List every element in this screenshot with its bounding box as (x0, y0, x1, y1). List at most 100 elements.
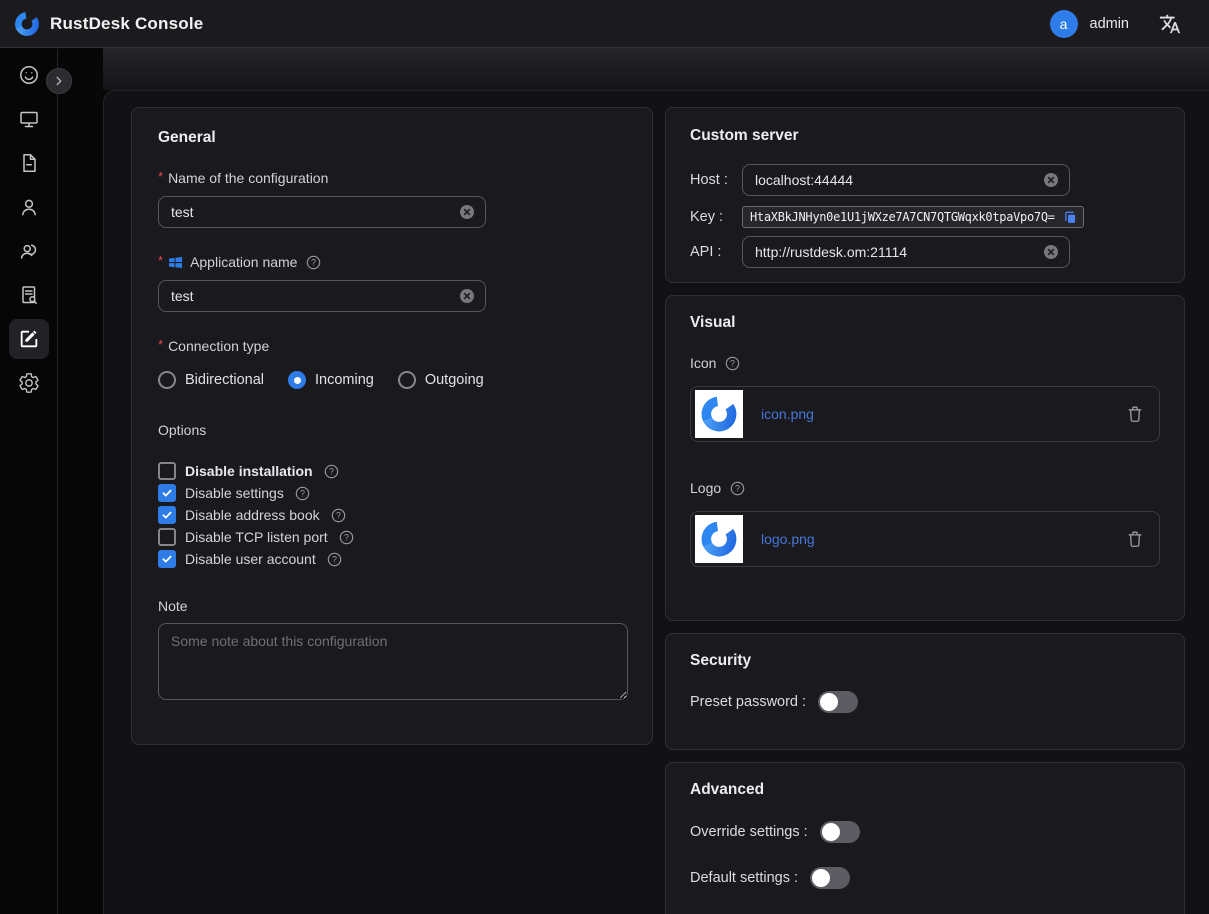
clear-icon[interactable] (1043, 172, 1059, 188)
sidebar-item-users[interactable] (9, 187, 49, 227)
preset-password-toggle[interactable] (818, 691, 858, 713)
help-icon[interactable]: ? (324, 464, 339, 479)
config-name-input[interactable] (171, 204, 451, 220)
sidebar-item-groups[interactable] (9, 231, 49, 271)
edit-square-icon (18, 328, 40, 350)
required-marker: * (158, 337, 163, 352)
option-disable-installation[interactable]: Disable installation ? (158, 460, 626, 482)
header-right: a admin (1050, 10, 1182, 38)
sidebar-item-documents[interactable] (9, 143, 49, 183)
copy-icon[interactable] (1063, 210, 1078, 225)
sidebar-item-settings[interactable] (9, 363, 49, 403)
app-name-input[interactable] (171, 288, 451, 304)
security-title: Security (690, 652, 1160, 670)
checkbox-checked-icon[interactable] (158, 484, 176, 502)
svg-text:?: ? (300, 488, 305, 498)
override-settings-label: Override settings : (690, 824, 808, 840)
radio-outgoing[interactable]: Outgoing (398, 371, 484, 389)
app-name-field (158, 280, 486, 312)
help-icon[interactable]: ? (327, 552, 342, 567)
key-label: Key : (690, 209, 742, 225)
checkbox-unchecked-icon[interactable] (158, 528, 176, 546)
help-icon[interactable]: ? (730, 481, 745, 496)
advanced-card: Advanced Override settings : Default set… (665, 762, 1185, 914)
help-icon[interactable]: ? (725, 356, 740, 371)
config-name-field (158, 196, 486, 228)
override-settings-toggle[interactable] (820, 821, 860, 843)
host-field (742, 164, 1070, 196)
user-avatar[interactable]: a (1050, 10, 1078, 38)
general-title: General (158, 129, 626, 147)
api-row: API : (690, 236, 1160, 268)
help-icon[interactable]: ? (339, 530, 354, 545)
sidebar-item-audit[interactable] (9, 275, 49, 315)
checkbox-checked-icon[interactable] (158, 550, 176, 568)
sidebar-expand-button[interactable] (46, 68, 72, 94)
icon-label: Icon ? (690, 355, 1160, 371)
monitor-icon (18, 108, 40, 130)
options-label: Options (158, 422, 626, 438)
radio-bidirectional[interactable]: Bidirectional (158, 371, 264, 389)
custom-server-card: Custom server Host : Key : HtaXBkJNHyn0e… (665, 107, 1185, 283)
audit-log-icon (18, 284, 40, 306)
host-row: Host : (690, 164, 1160, 196)
svg-text:?: ? (735, 483, 740, 493)
clear-icon[interactable] (1043, 244, 1059, 260)
gear-icon (18, 372, 40, 394)
option-disable-user-account[interactable]: Disable user account ? (158, 548, 626, 570)
key-row: Key : HtaXBkJNHyn0e1U1jWXze7A7CN7QTGWqxk… (690, 206, 1160, 228)
translate-icon[interactable] (1159, 13, 1181, 35)
option-disable-settings[interactable]: Disable settings ? (158, 482, 626, 504)
radio-incoming[interactable]: Incoming (288, 371, 374, 389)
options-list: Disable installation ? Disable settings … (158, 460, 626, 570)
api-label: API : (690, 244, 742, 260)
help-icon[interactable]: ? (295, 486, 310, 501)
top-gradient-band (103, 48, 1209, 90)
logo-thumbnail (695, 515, 743, 563)
key-field[interactable]: HtaXBkJNHyn0e1U1jWXze7A7CN7QTGWqxk0tpaVp… (742, 206, 1084, 228)
checkbox-checked-icon[interactable] (158, 506, 176, 524)
trash-icon[interactable] (1125, 529, 1145, 549)
sidebar-item-custom-client[interactable] (9, 319, 49, 359)
svg-text:?: ? (344, 532, 349, 542)
override-settings-row: Override settings : (690, 821, 1160, 843)
chevron-right-icon (52, 74, 66, 88)
sidebar-item-dashboard[interactable] (9, 55, 49, 95)
svg-text:?: ? (730, 358, 735, 368)
radio-icon[interactable] (398, 371, 416, 389)
radio-icon[interactable] (158, 371, 176, 389)
config-name-label: * Name of the configuration (158, 170, 626, 186)
api-input[interactable] (755, 244, 1035, 260)
avatar-letter: a (1060, 16, 1068, 32)
user-icon (18, 196, 40, 218)
logo-label: Logo ? (690, 480, 1160, 496)
user-group-icon (18, 240, 40, 262)
help-icon[interactable]: ? (331, 508, 346, 523)
radio-selected-icon[interactable] (288, 371, 306, 389)
option-disable-tcp-listen-port[interactable]: Disable TCP listen port ? (158, 526, 626, 548)
app-header: RustDesk Console a admin (0, 0, 1209, 48)
username[interactable]: admin (1090, 16, 1130, 32)
clear-icon[interactable] (459, 204, 475, 220)
clear-icon[interactable] (459, 288, 475, 304)
help-icon[interactable]: ? (306, 255, 321, 270)
required-marker: * (158, 169, 163, 184)
key-value: HtaXBkJNHyn0e1U1jWXze7A7CN7QTGWqxk0tpaVp… (750, 210, 1059, 224)
checkbox-unchecked-icon[interactable] (158, 462, 176, 480)
logo-file-link[interactable]: logo.png (761, 531, 815, 547)
default-settings-toggle[interactable] (810, 867, 850, 889)
trash-icon[interactable] (1125, 404, 1145, 424)
note-textarea[interactable] (158, 623, 628, 700)
required-marker: * (158, 253, 163, 268)
svg-text:?: ? (329, 466, 334, 476)
option-disable-address-book[interactable]: Disable address book ? (158, 504, 626, 526)
security-card: Security Preset password : (665, 633, 1185, 750)
sidebar-item-devices[interactable] (9, 99, 49, 139)
host-input[interactable] (755, 172, 1035, 188)
svg-text:?: ? (332, 554, 337, 564)
app-name-label: * Application name ? (158, 254, 626, 270)
svg-text:?: ? (336, 510, 341, 520)
icon-file-link[interactable]: icon.png (761, 406, 814, 422)
rustdesk-console-app: RustDesk Console a admin (0, 0, 1209, 914)
connection-type-radios: Bidirectional Incoming Outgoing (158, 371, 626, 389)
